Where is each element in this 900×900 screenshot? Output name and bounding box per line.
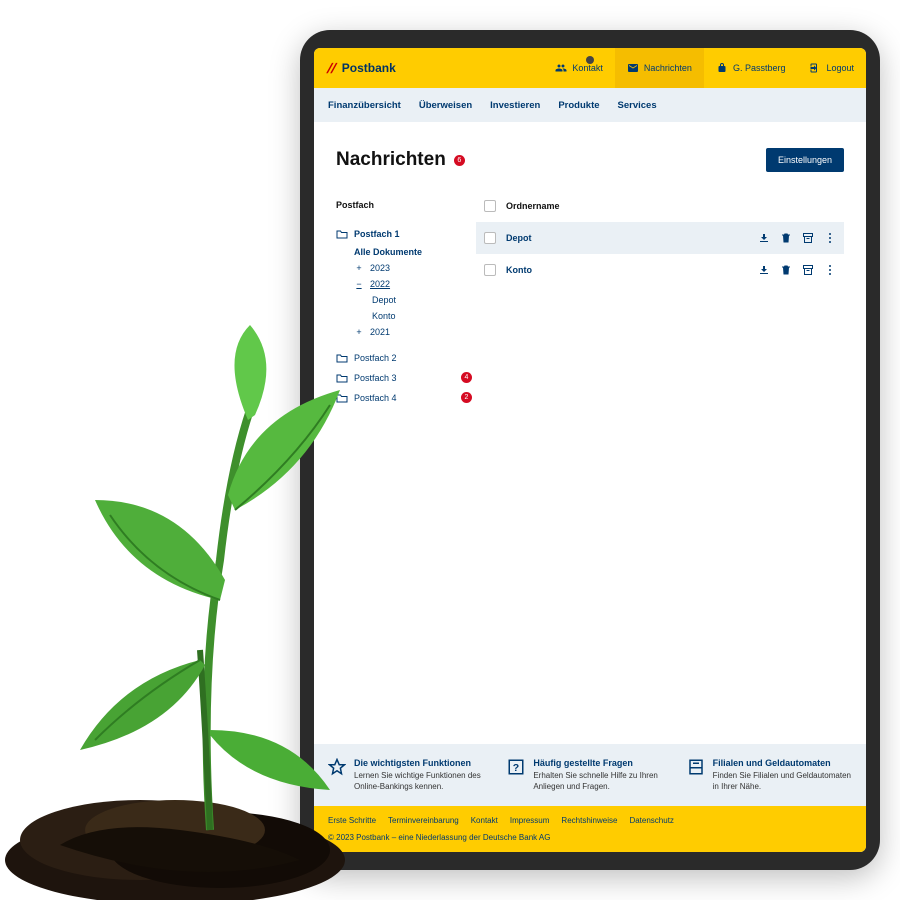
year-2021-item[interactable]: +2021 [354, 324, 476, 340]
depot-leaf-item[interactable]: Depot [354, 292, 476, 308]
lock-user-icon [716, 62, 728, 74]
unread-badge: 6 [454, 155, 465, 166]
footer-link[interactable]: Erste Schritte [328, 816, 376, 825]
star-icon [328, 758, 346, 776]
svg-text:?: ? [513, 762, 519, 774]
nav-investieren[interactable]: Investieren [490, 100, 540, 111]
folder-icon [336, 353, 348, 363]
row-checkbox[interactable] [484, 232, 496, 244]
header-kontakt[interactable]: Kontakt [543, 48, 615, 88]
postfach-3-badge: 4 [461, 372, 472, 383]
footer-links: Erste Schritte Terminvereinbarung Kontak… [328, 816, 852, 825]
footer-link[interactable]: Impressum [510, 816, 550, 825]
nav-finanzubersicht[interactable]: Finanzübersicht [328, 100, 401, 111]
nav-services[interactable]: Services [618, 100, 657, 111]
folder-name-column: Ordnername [506, 201, 560, 211]
postfach-2-item[interactable]: Postfach 2 [336, 348, 476, 368]
logout-icon [809, 62, 821, 74]
plus-icon: + [354, 263, 364, 273]
archive-icon[interactable] [802, 232, 814, 244]
delete-icon[interactable] [780, 264, 792, 276]
more-icon[interactable] [824, 264, 836, 276]
folder-table-header: Ordnername [476, 200, 844, 222]
footer-copyright: © 2023 Postbank – eine Niederlassung der… [328, 833, 852, 842]
atm-icon [687, 758, 705, 776]
nav-uberweisen[interactable]: Überweisen [419, 100, 472, 111]
title-row: Nachrichten 6 Einstellungen [336, 148, 844, 172]
tile-funktionen[interactable]: Die wichtigsten Funktionen Lernen Sie wi… [328, 758, 493, 792]
folder-icon [336, 373, 348, 383]
header-user[interactable]: G. Passtberg [704, 48, 798, 88]
footer-link[interactable]: Kontakt [471, 816, 498, 825]
tablet-frame: // Postbank Kontakt Nachrichten G. Passt… [300, 30, 880, 870]
main-nav: Finanzübersicht Überweisen Investieren P… [314, 88, 866, 122]
row-checkbox[interactable] [484, 264, 496, 276]
postfach-4-item[interactable]: Postfach 4 2 [336, 388, 476, 408]
tablet-camera [586, 56, 594, 64]
footer-link[interactable]: Terminvereinbarung [388, 816, 459, 825]
folder-row-depot[interactable]: Depot [476, 222, 844, 254]
konto-leaf-item[interactable]: Konto [354, 308, 476, 324]
settings-button[interactable]: Einstellungen [766, 148, 844, 172]
folder-open-icon [336, 229, 348, 239]
row-name: Depot [506, 233, 748, 243]
header-logout[interactable]: Logout [797, 48, 866, 88]
postfach-4-badge: 2 [461, 392, 472, 403]
footer-link[interactable]: Rechtshinweise [561, 816, 617, 825]
postfach-3-item[interactable]: Postfach 3 4 [336, 368, 476, 388]
postfach-1-item[interactable]: Postfach 1 [336, 224, 476, 244]
brand-slash-icon: // [325, 60, 339, 76]
tile-filialen[interactable]: Filialen und Geldautomaten Finden Sie Fi… [687, 758, 852, 792]
page-footer: Erste Schritte Terminvereinbarung Kontak… [314, 806, 866, 852]
page-content: Nachrichten 6 Einstellungen Postfach Pos… [314, 122, 866, 744]
tile-faq[interactable]: ? Häufig gestellte Fragen Erhalten Sie s… [507, 758, 672, 792]
row-actions [758, 264, 836, 276]
year-2023-item[interactable]: +2023 [354, 260, 476, 276]
download-icon[interactable] [758, 264, 770, 276]
delete-icon[interactable] [780, 232, 792, 244]
row-actions [758, 232, 836, 244]
download-icon[interactable] [758, 232, 770, 244]
mail-icon [627, 62, 639, 74]
folder-icon [336, 393, 348, 403]
minus-icon: − [354, 279, 364, 289]
folder-row-konto[interactable]: Konto [476, 254, 844, 286]
header-nachrichten[interactable]: Nachrichten [615, 48, 704, 88]
year-2022-item[interactable]: −2022 [354, 276, 476, 292]
folder-table: Ordnername Depot K [476, 200, 844, 744]
header-bar: // Postbank Kontakt Nachrichten G. Passt… [314, 48, 866, 88]
info-tiles: Die wichtigsten Funktionen Lernen Sie wi… [314, 744, 866, 806]
mailbox-sidebar: Postfach Postfach 1 Alle Dokumente +2023… [336, 200, 476, 744]
archive-icon[interactable] [802, 264, 814, 276]
brand-logo[interactable]: // Postbank [314, 60, 396, 76]
more-icon[interactable] [824, 232, 836, 244]
select-all-checkbox[interactable] [484, 200, 496, 212]
nav-produkte[interactable]: Produkte [558, 100, 599, 111]
row-name: Konto [506, 265, 748, 275]
alle-dokumente-item[interactable]: Alle Dokumente [354, 244, 476, 260]
footer-link[interactable]: Datenschutz [629, 816, 673, 825]
brand-text: Postbank [342, 61, 396, 75]
page-title: Nachrichten [336, 149, 446, 171]
people-icon [555, 62, 567, 74]
sidebar-header: Postfach [336, 200, 476, 210]
plus-icon: + [354, 327, 364, 337]
app-screen: // Postbank Kontakt Nachrichten G. Passt… [314, 48, 866, 852]
question-icon: ? [507, 758, 525, 776]
